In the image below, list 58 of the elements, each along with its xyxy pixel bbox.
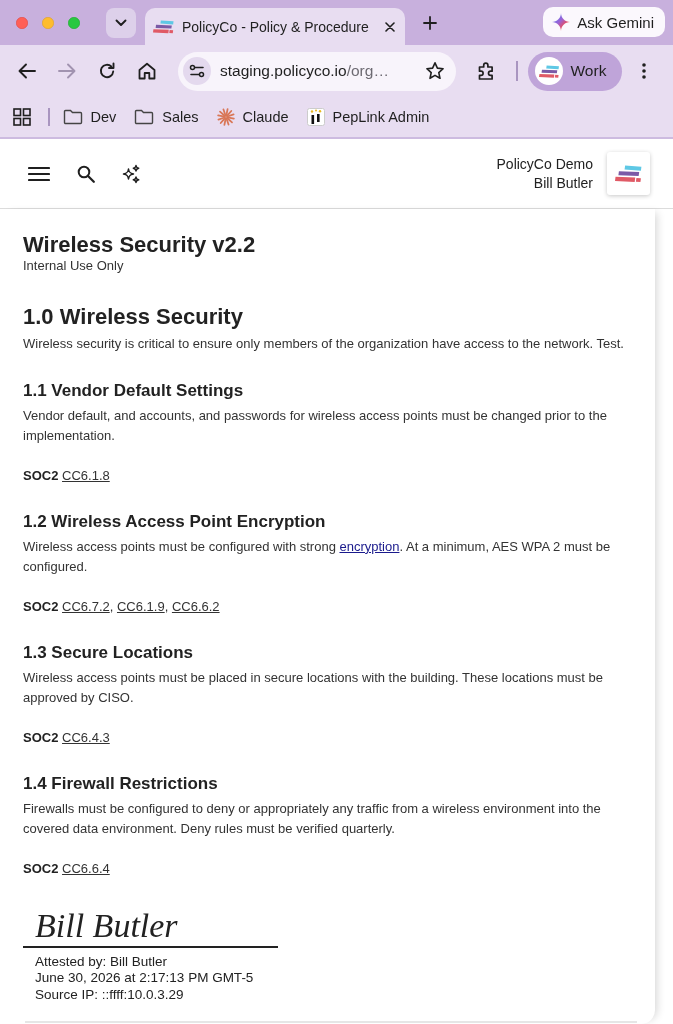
body-text: Vendor default, and accounts, and passwords for wireless access points must be changed prior to the implementation. [23,406,608,445]
attestation-text: Attested by: Bill Butler [35,953,168,970]
logo-icon [153,19,174,34]
control-link[interactable]: CC6.7.2 [62,598,110,614]
section-heading: 1.1 Vendor Default Settings [23,379,245,402]
user-name: Bill Butler [533,173,593,193]
more-icon[interactable] [642,63,647,79]
search-icon[interactable] [77,164,95,183]
classification-label: Internal Use Only [23,258,125,273]
bookmark-button[interactable]: Sales [128,105,205,129]
tile-icon [306,108,325,126]
home-icon[interactable] [138,62,156,80]
body-text: Wireless access points must be configured with strong encryption. At a minimum, AES WPA 2 must be configured. [23,537,612,576]
assistant-button[interactable]: Ask Gemini [543,7,665,37]
control-reference: SOC2 CC6.7.2, CC6.1.9, CC6.6.2 [23,597,221,616]
starburst-icon [216,108,235,126]
section-heading: 1.4 Firewall Restrictions [23,772,219,795]
plus-icon [423,15,437,30]
logo-icon[interactable] [607,152,650,195]
star-icon[interactable] [425,61,445,81]
folder-icon [62,109,83,125]
address-field[interactable]: staging.policyco.io/org… [178,51,456,91]
signature: Bill Butler [34,905,179,946]
control-link[interactable]: CC6.6.4 [62,860,110,876]
source-ip-text: Source IP: ::ffff:10.0.3.29 [35,986,184,1003]
menu-icon[interactable] [28,165,50,182]
body-text: Wireless access points must be placed in secure locations with the building. These locations must be approved by CISO. [23,668,604,707]
control-link[interactable]: CC6.6.2 [171,598,220,614]
section-heading: 1.3 Secure Locations [23,641,195,664]
apps-grid-icon[interactable] [13,108,31,126]
close-icon[interactable] [385,21,395,32]
control-reference: SOC2 CC6.1.8 [23,466,111,485]
back-icon[interactable] [18,63,36,79]
section-heading: 1.2 Wireless Access Point Encryption [23,510,327,533]
body-text: Wireless security is critical to ensure only members of the organization have access to the network. Test. [23,335,625,353]
profile-button[interactable]: Work [527,51,623,91]
chevron-down-icon [115,19,127,27]
tab-list-button[interactable] [106,8,136,38]
browser-tab[interactable]: PolicyCo - Policy & Procedure [145,8,405,45]
bookmark-button[interactable]: Dev [56,105,123,129]
organization-name: PolicyCo Demo [496,154,593,174]
sparkles-icon[interactable] [121,163,141,184]
document-title: Wireless Security v2.2 [23,232,257,258]
bookmark-button[interactable]: PepLink Admin [300,104,436,130]
control-reference: SOC2 CC6.4.3 [23,728,111,747]
timestamp-text: June 30, 2026 at 2:17:13 PM GMT-5 [35,970,254,987]
bookmark-button[interactable]: Claude [210,104,295,130]
section-heading: 1.0 Wireless Security [23,304,244,330]
control-reference: SOC2 CC6.6.4 [23,859,111,878]
avatar-icon [534,57,563,85]
body-text: Firewalls must be configured to deny or appropriately any traffic from a wireless environment into the covered data environment. Deny rules must be verified quarterly. [23,799,602,838]
reload-icon[interactable] [98,62,116,80]
folder-icon [134,109,155,125]
control-link[interactable]: CC6.1.8 [62,467,110,483]
control-link[interactable]: CC6.4.3 [62,729,110,745]
site-settings-icon[interactable] [183,57,211,85]
four-point-star-icon [552,13,571,31]
control-link[interactable]: CC6.1.9 [116,598,165,614]
